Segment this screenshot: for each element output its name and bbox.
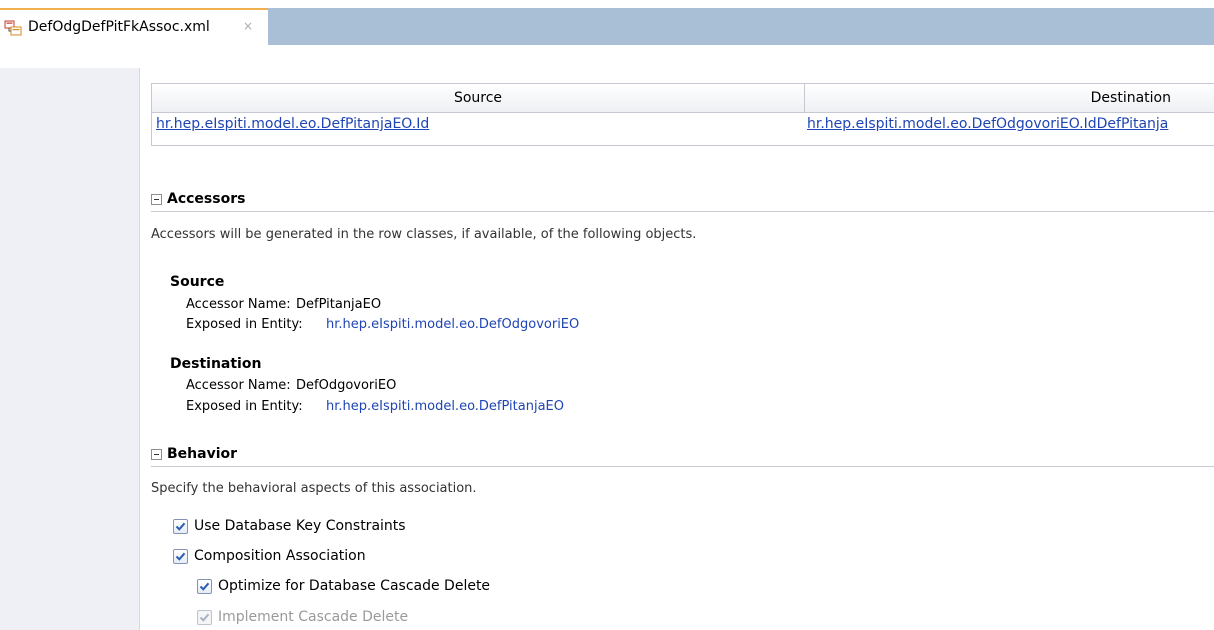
- checkbox-box[interactable]: [173, 549, 188, 564]
- checkmark-icon: [175, 522, 186, 531]
- accessors-section-header: Accessors: [151, 191, 1214, 212]
- source-attribute-link[interactable]: hr.hep.eIspiti.model.eo.DefPitanjaEO.Id: [156, 116, 429, 132]
- checkbox-box[interactable]: [197, 579, 212, 594]
- checkmark-icon: [199, 613, 210, 622]
- checkmark-icon: [199, 582, 210, 591]
- tab-title: DefOdgDefPitFkAssoc.xml: [28, 19, 210, 35]
- destination-attribute-link[interactable]: hr.hep.eIspiti.model.eo.DefOdgovoriEO.Id…: [807, 116, 1168, 132]
- checkbox-label: Composition Association: [194, 548, 366, 564]
- accessors-title: Accessors: [167, 191, 246, 207]
- checkbox-box: [197, 610, 212, 625]
- tab-defodgdefpitfkassoc[interactable]: DefOdgDefPitFkAssoc.xml ×: [0, 8, 268, 45]
- column-header-destination[interactable]: Destination: [805, 84, 1214, 113]
- behavior-title: Behavior: [167, 446, 238, 462]
- source-exposed-entity-link[interactable]: hr.hep.eIspiti.model.eo.DefOdgovoriEO: [326, 317, 579, 332]
- checkbox-label: Use Database Key Constraints: [194, 518, 406, 534]
- tab-bar-background: [268, 8, 1214, 45]
- checkbox-box[interactable]: [173, 519, 188, 534]
- column-header-source[interactable]: Source: [152, 84, 805, 113]
- destination-exposed-entity-label: Exposed in Entity:: [186, 399, 303, 414]
- destination-accessor-name-label: Accessor Name:: [186, 378, 291, 393]
- close-icon[interactable]: ×: [243, 19, 253, 33]
- checkbox-label: Implement Cascade Delete: [218, 609, 409, 625]
- collapse-icon[interactable]: [151, 449, 162, 460]
- accessor-destination-title: Destination: [170, 356, 262, 372]
- accessor-source-title: Source: [170, 274, 225, 290]
- checkmark-icon: [175, 552, 186, 561]
- source-exposed-entity-label: Exposed in Entity:: [186, 317, 303, 332]
- left-gutter: [0, 68, 140, 630]
- accessors-description: Accessors will be generated in the row c…: [151, 227, 697, 242]
- destination-accessor-name-value: DefOdgovoriEO: [296, 378, 397, 393]
- collapse-icon[interactable]: [151, 194, 162, 205]
- editor-tab-bar: DefOdgDefPitFkAssoc.xml ×: [0, 0, 1214, 45]
- behavior-description: Specify the behavioral aspects of this a…: [151, 481, 477, 496]
- source-accessor-name-label: Accessor Name:: [186, 297, 291, 312]
- association-table: Source Destination hr.hep.eIspiti.model.…: [151, 83, 1214, 146]
- behavior-section-header: Behavior: [151, 446, 1214, 467]
- destination-exposed-entity-link[interactable]: hr.hep.eIspiti.model.eo.DefPitanjaEO: [326, 399, 564, 414]
- checkbox-label: Optimize for Database Cascade Delete: [218, 578, 491, 594]
- source-accessor-name-value: DefPitanjaEO: [296, 297, 382, 312]
- xml-file-icon: [4, 20, 22, 36]
